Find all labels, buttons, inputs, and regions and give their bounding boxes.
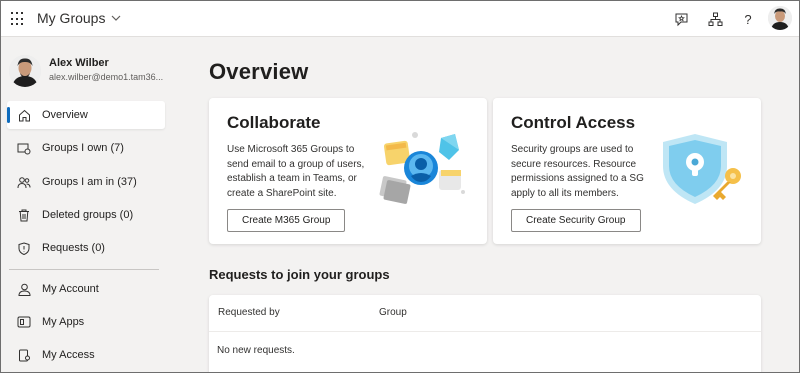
- app-switcher[interactable]: My Groups: [37, 10, 121, 26]
- table-header: Requested by Group: [209, 295, 761, 332]
- user-profile: Alex Wilber alex.wilber@demo1.tam36...: [9, 53, 169, 93]
- requests-section-title: Requests to join your groups: [209, 267, 390, 282]
- apps-icon: [17, 315, 31, 329]
- account-icon: [17, 282, 31, 296]
- help-glyph: ?: [744, 11, 752, 27]
- chevron-down-icon: [111, 14, 121, 25]
- column-group[interactable]: Group: [379, 307, 407, 318]
- nav-label: My Access: [42, 349, 95, 361]
- nav-label: Overview: [42, 109, 88, 121]
- nav-label: Groups I own (7): [42, 142, 124, 154]
- waffle-icon[interactable]: [11, 12, 25, 26]
- key-icon: [17, 348, 31, 362]
- app-window: My Groups ? Alex Wilber alex.wilber@demo…: [0, 0, 800, 373]
- sidebar: Alex Wilber alex.wilber@demo1.tam36... O…: [1, 37, 173, 372]
- nav-label: My Apps: [42, 316, 85, 328]
- nav-item-groups-i-am-in[interactable]: Groups I am in (37): [7, 168, 165, 196]
- nav-item-my-apps[interactable]: My Apps: [7, 308, 165, 336]
- help-icon[interactable]: ?: [739, 10, 757, 28]
- page-title: Overview: [209, 59, 309, 84]
- home-icon: [17, 108, 31, 122]
- nav-item-deleted-groups[interactable]: Deleted groups (0): [7, 201, 165, 229]
- nav-item-groups-i-own[interactable]: Groups I own (7): [7, 134, 165, 162]
- groups-owned-icon: [17, 141, 31, 155]
- nav-item-requests[interactable]: Requests (0): [7, 234, 165, 262]
- control-access-card: Control Access Security groups are used …: [493, 98, 761, 244]
- avatar: [9, 55, 41, 87]
- user-name: Alex Wilber: [49, 57, 109, 69]
- collaborate-illustration: [377, 126, 473, 212]
- nav-item-my-account[interactable]: My Account: [7, 275, 165, 303]
- security-illustration: [655, 126, 751, 212]
- card-title: Control Access: [511, 113, 636, 132]
- user-email: alex.wilber@demo1.tam36...: [49, 72, 164, 82]
- card-description: Security groups are used to secure resou…: [511, 144, 644, 199]
- create-m365-group-button[interactable]: Create M365 Group: [227, 209, 346, 232]
- requests-table: Requested by Group No new requests.: [209, 295, 761, 372]
- nav-divider: [9, 269, 159, 270]
- nav-item-overview[interactable]: Overview: [7, 101, 165, 129]
- app-title: My Groups: [37, 10, 106, 26]
- top-bar: My Groups ?: [1, 1, 799, 37]
- card-description: Use Microsoft 365 Groups to send email t…: [227, 144, 365, 199]
- user-avatar-button[interactable]: [768, 6, 792, 30]
- shield-icon: [17, 241, 31, 255]
- nav-label: My Account: [42, 283, 99, 295]
- card-title: Collaborate: [227, 113, 321, 132]
- column-requested-by[interactable]: Requested by: [218, 307, 280, 318]
- collaborate-card: Collaborate Use Microsoft 365 Groups to …: [209, 98, 487, 244]
- nav-label: Groups I am in (37): [42, 176, 137, 188]
- create-security-group-button[interactable]: Create Security Group: [511, 209, 641, 232]
- nav-item-my-access[interactable]: My Access: [7, 341, 165, 369]
- empty-state-text: No new requests.: [217, 345, 295, 356]
- trash-icon: [17, 208, 31, 222]
- nav-label: Deleted groups (0): [42, 209, 134, 221]
- people-icon: [17, 175, 31, 189]
- org-chart-icon[interactable]: [706, 10, 724, 28]
- feedback-icon[interactable]: [672, 10, 690, 28]
- nav-label: Requests (0): [42, 242, 105, 254]
